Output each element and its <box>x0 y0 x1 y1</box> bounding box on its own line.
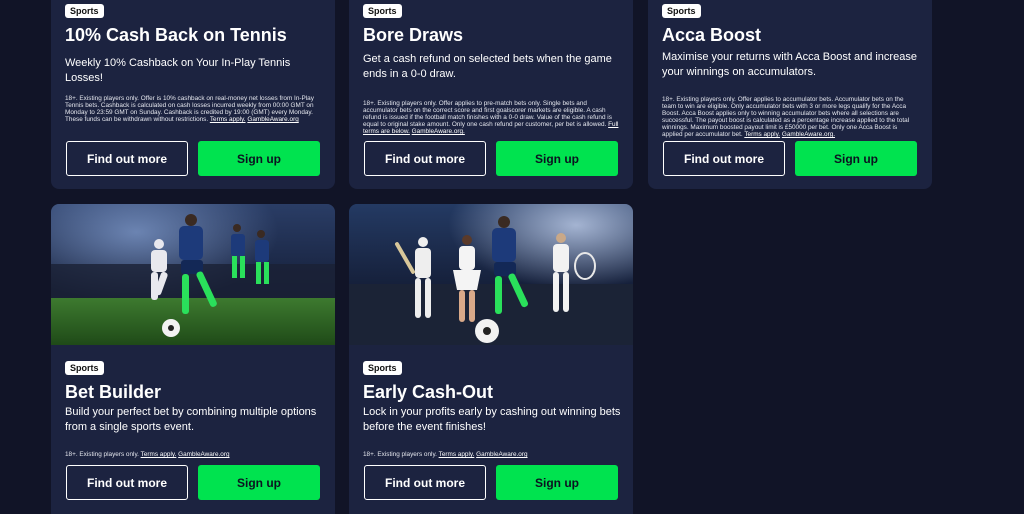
promo-terms: 18+. Existing players only. Terms apply.… <box>363 451 619 458</box>
category-badge: Sports <box>65 4 104 18</box>
promo-title: Bore Draws <box>363 25 464 45</box>
sign-up-button[interactable]: Sign up <box>198 465 320 500</box>
promo-title: Bet Builder <box>65 382 162 402</box>
category-badge: Sports <box>662 4 701 18</box>
promo-description: Build your perfect bet by combining mult… <box>65 406 317 433</box>
find-out-more-button[interactable]: Find out more <box>66 141 188 176</box>
gambleaware-link[interactable]: GambleAware.org <box>476 451 527 458</box>
terms-link[interactable]: Terms apply. <box>744 131 780 138</box>
football-players-image <box>51 204 335 345</box>
terms-text: 18+. Existing players only. <box>363 451 437 458</box>
promo-card-tennis-cashback: Sports 10% Cash Back on Tennis Weekly 10… <box>51 0 335 189</box>
multi-sport-athletes-image <box>349 204 633 345</box>
promo-title: Early Cash-Out <box>363 382 494 402</box>
sign-up-button[interactable]: Sign up <box>795 141 917 176</box>
gambleaware-link[interactable]: GambleAware.org. <box>412 128 465 135</box>
sign-up-button[interactable]: Sign up <box>198 141 320 176</box>
promo-terms: 18+. Existing players only. Offer applie… <box>662 96 918 138</box>
terms-link[interactable]: Terms apply. <box>210 116 246 123</box>
promo-title: Acca Boost <box>662 25 762 45</box>
find-out-more-button[interactable]: Find out more <box>364 141 486 176</box>
terms-link[interactable]: Terms apply. <box>439 451 475 458</box>
terms-link[interactable]: Terms apply. <box>141 451 177 458</box>
promo-card-acca-boost: Sports Acca Boost Maximise your returns … <box>648 0 932 189</box>
gambleaware-link[interactable]: GambleAware.org. <box>782 131 835 138</box>
promo-card-bore-draws: Sports Bore Draws Get a cash refund on s… <box>349 0 633 189</box>
promo-terms: 18+. Existing players only. Offer applie… <box>363 100 619 135</box>
promo-description: Weekly 10% Cashback on Your In-Play Tenn… <box>65 57 291 84</box>
promo-description: Get a cash refund on selected bets when … <box>363 53 612 80</box>
find-out-more-button[interactable]: Find out more <box>663 141 785 176</box>
category-badge: Sports <box>363 4 402 18</box>
find-out-more-button[interactable]: Find out more <box>364 465 486 500</box>
terms-text: 18+. Existing players only. Offer applie… <box>363 100 612 128</box>
promo-card-bet-builder: Sports Bet Builder Build your perfect be… <box>51 204 335 514</box>
sign-up-button[interactable]: Sign up <box>496 141 618 176</box>
gambleaware-link[interactable]: GambleAware.org <box>247 116 298 123</box>
category-badge: Sports <box>65 361 104 375</box>
promo-card-early-cash-out: Sports Early Cash-Out Lock in your profi… <box>349 204 633 514</box>
promo-terms: 18+. Existing players only. Terms apply.… <box>65 451 321 458</box>
promo-terms: 18+. Existing players only. Offer is 10%… <box>65 95 321 123</box>
promo-description: Maximise your returns with Acca Boost an… <box>662 51 917 78</box>
category-badge: Sports <box>363 361 402 375</box>
sign-up-button[interactable]: Sign up <box>496 465 618 500</box>
find-out-more-button[interactable]: Find out more <box>66 465 188 500</box>
gambleaware-link[interactable]: GambleAware.org <box>178 451 229 458</box>
terms-text: 18+. Existing players only. <box>65 451 139 458</box>
promo-description: Lock in your profits early by cashing ou… <box>363 406 621 433</box>
promo-title: 10% Cash Back on Tennis <box>65 25 287 45</box>
